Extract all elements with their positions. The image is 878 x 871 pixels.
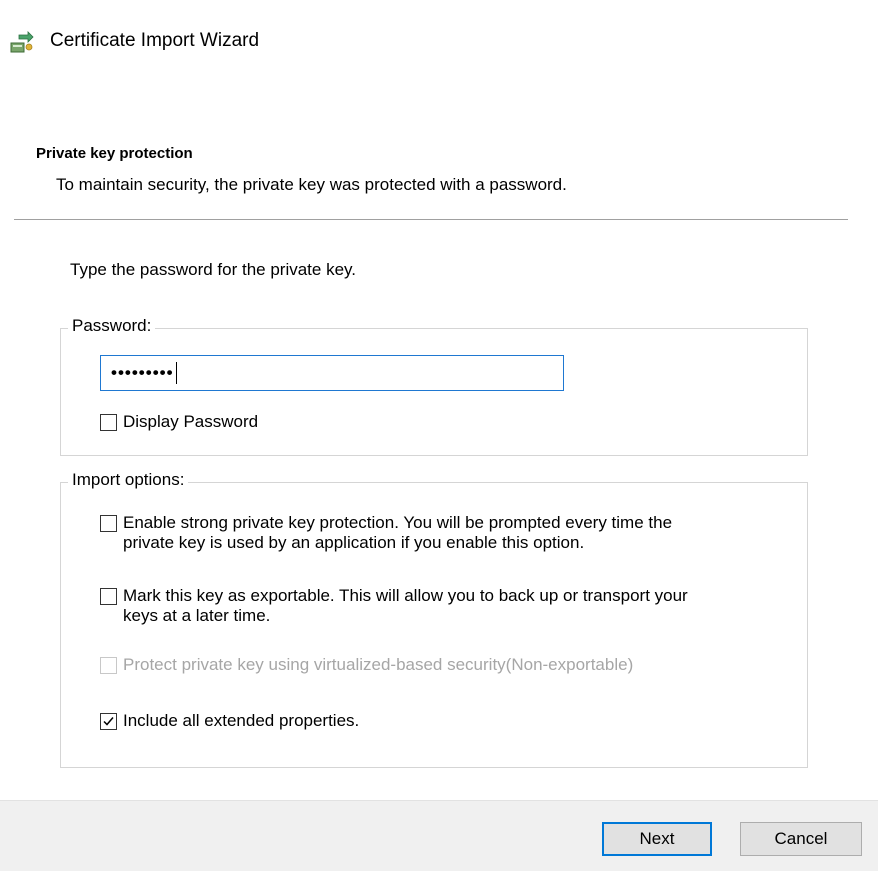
checkbox-box [100,657,117,674]
mark-exportable-label: Mark this key as exportable. This will a… [123,586,688,625]
password-field[interactable]: ••••••••• [100,355,564,391]
password-prompt: Type the password for the private key. [70,260,356,279]
vbs-protection-label: Protect private key using virtualized-ba… [123,655,634,674]
window-title: Certificate Import Wizard [50,30,260,51]
header-divider [14,219,848,220]
password-group-legend: Password: [68,316,156,336]
include-extended-properties-checkbox[interactable]: Include all extended properties. [100,711,359,731]
next-button[interactable]: Next [602,822,712,856]
checkbox-box[interactable] [100,414,117,431]
password-value: ••••••••• [111,363,174,382]
checkbox-box[interactable] [100,515,117,532]
text-caret [175,362,177,384]
checkbox-box[interactable] [100,713,117,730]
strong-protection-checkbox[interactable]: Enable strong private key protection. Yo… [100,513,672,553]
checkbox-box[interactable] [100,588,117,605]
page-title: Private key protection [36,145,193,162]
page-description: To maintain security, the private key wa… [56,175,567,194]
password-group [60,328,808,456]
import-options-legend: Import options: [68,470,189,490]
include-extended-properties-label: Include all extended properties. [123,711,360,730]
vbs-protection-checkbox: Protect private key using virtualized-ba… [100,655,633,675]
checkmark-icon [103,717,114,726]
display-password-checkbox[interactable]: Display Password [100,412,258,432]
mark-exportable-checkbox[interactable]: Mark this key as exportable. This will a… [100,586,688,626]
title-bar: Certificate Import Wizard [0,0,878,80]
certificate-wizard-icon [10,30,34,54]
strong-protection-label: Enable strong private key protection. Yo… [123,513,673,552]
cancel-button[interactable]: Cancel [740,822,862,856]
display-password-label: Display Password [123,412,259,431]
